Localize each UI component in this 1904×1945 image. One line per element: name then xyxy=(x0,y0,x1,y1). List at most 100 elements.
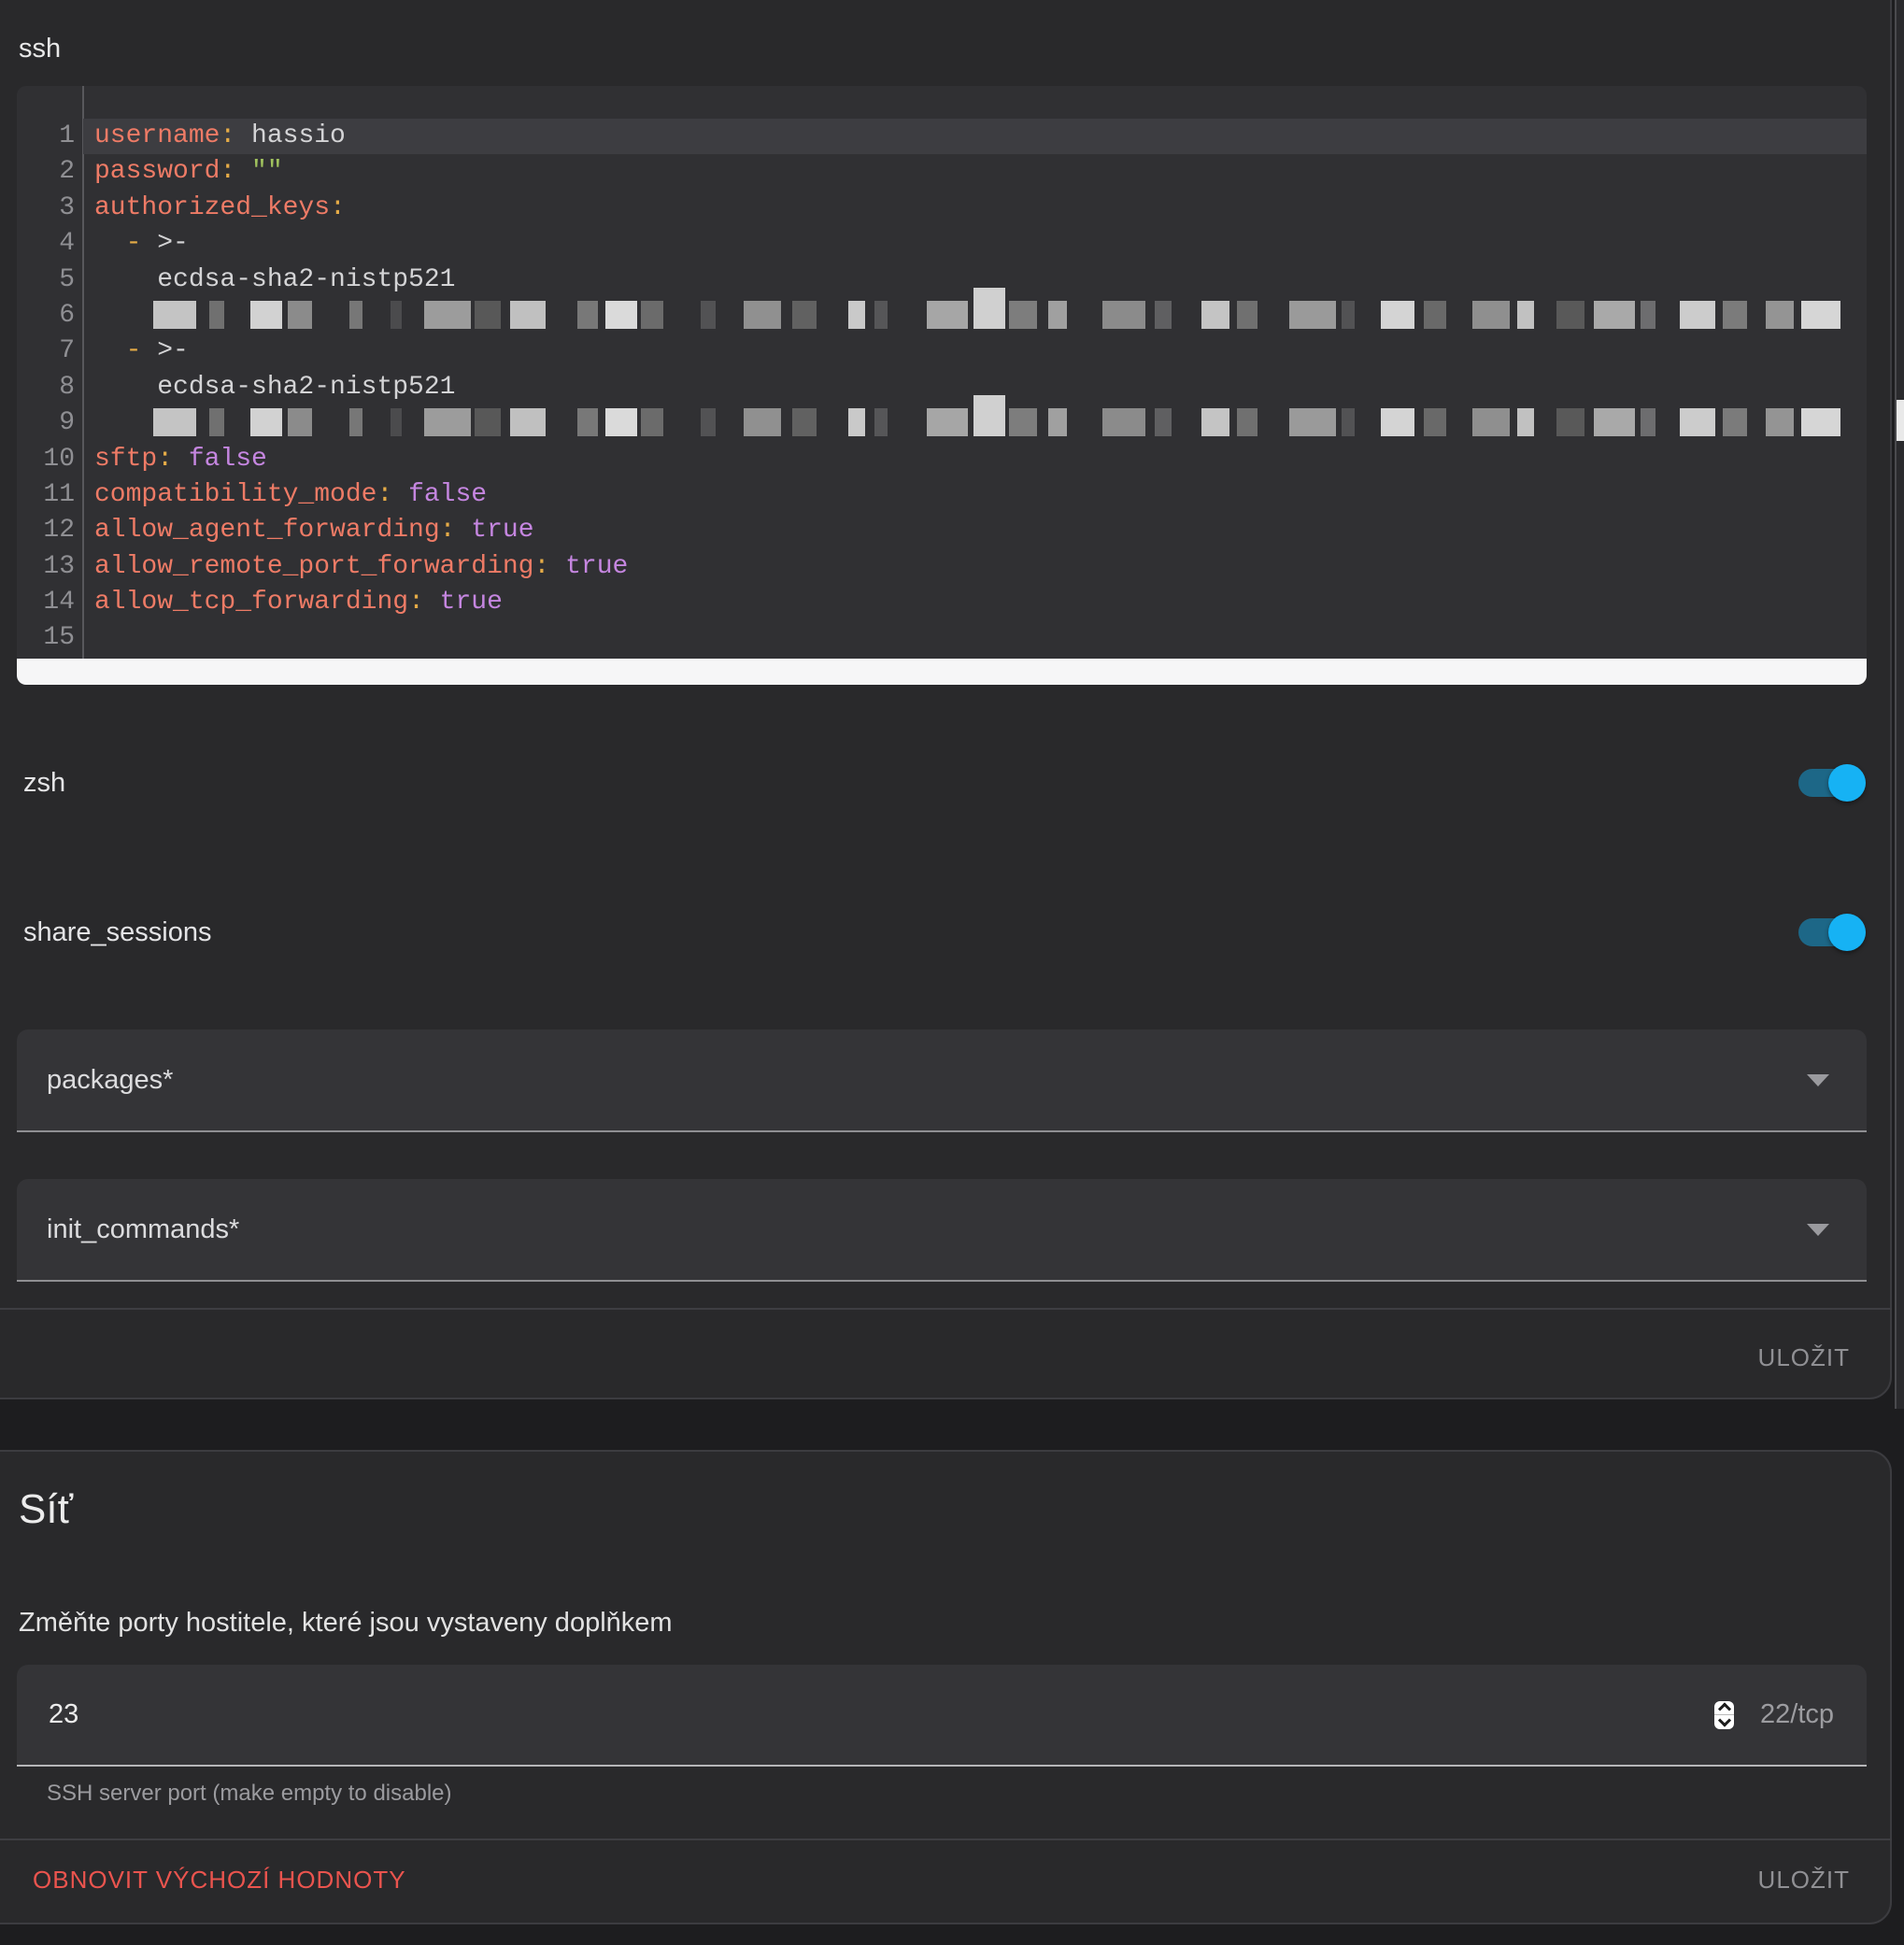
redacted-key-block xyxy=(153,408,196,436)
share-sessions-toggle-switch[interactable] xyxy=(1798,918,1866,946)
reset-defaults-button[interactable]: OBNOVIT VÝCHOZÍ HODNOTY xyxy=(33,1865,406,1895)
code-token: : xyxy=(157,445,173,474)
redacted-key-block xyxy=(1723,301,1747,329)
zsh-toggle-label: zsh xyxy=(23,766,65,800)
redacted-key-block xyxy=(1342,408,1355,436)
code-token: : xyxy=(377,480,392,509)
redacted-key-block xyxy=(874,408,888,436)
redacted-key-block xyxy=(391,301,402,329)
redacted-key-block xyxy=(349,301,362,329)
redacted-key-block xyxy=(577,301,598,329)
code-token: allow_remote_port_forwarding xyxy=(94,552,533,581)
code-token: : xyxy=(533,552,549,581)
zsh-toggle-switch[interactable] xyxy=(1798,769,1866,797)
code-token: false xyxy=(392,480,487,509)
line-code: compatibility_mode: false xyxy=(82,477,487,513)
redacted-key-block xyxy=(510,301,546,329)
line-number: 11 xyxy=(17,477,82,513)
redacted-key-block xyxy=(701,301,716,329)
redacted-key-block xyxy=(424,301,471,329)
editor-line: 4 - >- xyxy=(17,226,1867,262)
editor-line: 11compatibility_mode: false xyxy=(17,477,1867,513)
redacted-key-block xyxy=(1594,408,1635,436)
line-code: sftp: false xyxy=(82,442,267,477)
line-number: 12 xyxy=(17,513,82,548)
code-token xyxy=(94,336,126,365)
editor-line: 15 xyxy=(17,620,1867,656)
redacted-key-block xyxy=(1381,408,1414,436)
yaml-code-editor[interactable]: 1username: hassio2password: ""3authorize… xyxy=(17,86,1867,685)
editor-line: 5 ecdsa-sha2-nistp521 xyxy=(17,263,1867,298)
editor-line: 7 - >- xyxy=(17,334,1867,369)
network-section-title: Síť xyxy=(19,1484,73,1536)
redacted-key-block xyxy=(1517,301,1534,329)
code-token: username xyxy=(94,121,220,150)
redacted-key-block xyxy=(641,301,663,329)
redacted-key-block xyxy=(792,408,817,436)
editor-line: 8 ecdsa-sha2-nistp521 xyxy=(17,370,1867,405)
toggle-knob xyxy=(1828,914,1866,951)
line-code: allow_agent_forwarding: true xyxy=(82,513,534,548)
container-port-label: 22/tcp xyxy=(1760,1699,1834,1730)
redacted-key-block xyxy=(288,301,312,329)
redacted-key-block xyxy=(250,301,282,329)
redacted-key-block xyxy=(1342,301,1355,329)
code-token: >- xyxy=(141,336,188,365)
redacted-key-block xyxy=(1766,408,1794,436)
redacted-key-block xyxy=(288,408,312,436)
redacted-key-block xyxy=(250,408,282,436)
code-token xyxy=(94,229,126,258)
packages-select[interactable]: packages* xyxy=(17,1029,1867,1132)
line-number: 10 xyxy=(17,442,82,477)
redacted-key-block xyxy=(1801,408,1840,436)
redacted-ssh-key xyxy=(153,301,1840,329)
code-token: : xyxy=(330,193,346,222)
line-code xyxy=(82,298,1840,334)
editor-line: 12allow_agent_forwarding: true xyxy=(17,513,1867,548)
line-code: - >- xyxy=(82,334,189,369)
redacted-key-block xyxy=(349,408,362,436)
ssh-port-field: 22/tcp xyxy=(17,1665,1867,1767)
code-token: : xyxy=(220,121,235,150)
init-commands-select[interactable]: init_commands* xyxy=(17,1179,1867,1282)
code-token: : xyxy=(440,516,456,545)
save-config-button[interactable]: ULOŽIT xyxy=(1758,1342,1850,1372)
stepper-down-button[interactable] xyxy=(1714,1714,1734,1729)
redacted-key-block xyxy=(1237,408,1257,436)
redacted-key-block xyxy=(391,408,402,436)
line-number: 2 xyxy=(17,154,82,190)
redacted-key-block xyxy=(424,408,471,436)
save-network-button[interactable]: ULOŽIT xyxy=(1758,1865,1850,1895)
redacted-key-block xyxy=(577,408,598,436)
redacted-key-block xyxy=(153,301,196,329)
editor-horizontal-scrollbar[interactable] xyxy=(17,659,1867,685)
port-input[interactable] xyxy=(47,1698,1714,1731)
redacted-key-block xyxy=(1102,408,1145,436)
editor-line: 13allow_remote_port_forwarding: true xyxy=(17,549,1867,585)
redacted-key-block xyxy=(1102,301,1145,329)
redacted-key-block xyxy=(848,301,865,329)
line-number: 8 xyxy=(17,370,82,405)
line-number: 14 xyxy=(17,585,82,620)
redacted-key-block xyxy=(1048,408,1067,436)
redacted-key-block xyxy=(475,408,501,436)
redacted-key-block xyxy=(1556,408,1584,436)
line-code xyxy=(82,620,94,656)
adjacent-card-fragment xyxy=(1897,400,1904,441)
redacted-key-block xyxy=(510,408,546,436)
editor-line: 3authorized_keys: xyxy=(17,191,1867,226)
redacted-key-block xyxy=(1201,408,1229,436)
stepper-up-button[interactable] xyxy=(1714,1701,1734,1715)
redacted-key-block xyxy=(1155,301,1172,329)
code-token: : xyxy=(220,157,235,186)
editor-line: 1username: hassio xyxy=(17,119,1867,154)
redacted-key-block xyxy=(973,288,1005,329)
code-token: password xyxy=(94,157,220,186)
line-code: ecdsa-sha2-nistp521 xyxy=(82,370,455,405)
line-code: allow_tcp_forwarding: true xyxy=(82,585,503,620)
code-token: hassio xyxy=(235,121,346,150)
redacted-key-block xyxy=(1289,301,1336,329)
code-token: true xyxy=(424,588,503,617)
redacted-key-block xyxy=(1048,301,1067,329)
redacted-key-block xyxy=(744,408,781,436)
